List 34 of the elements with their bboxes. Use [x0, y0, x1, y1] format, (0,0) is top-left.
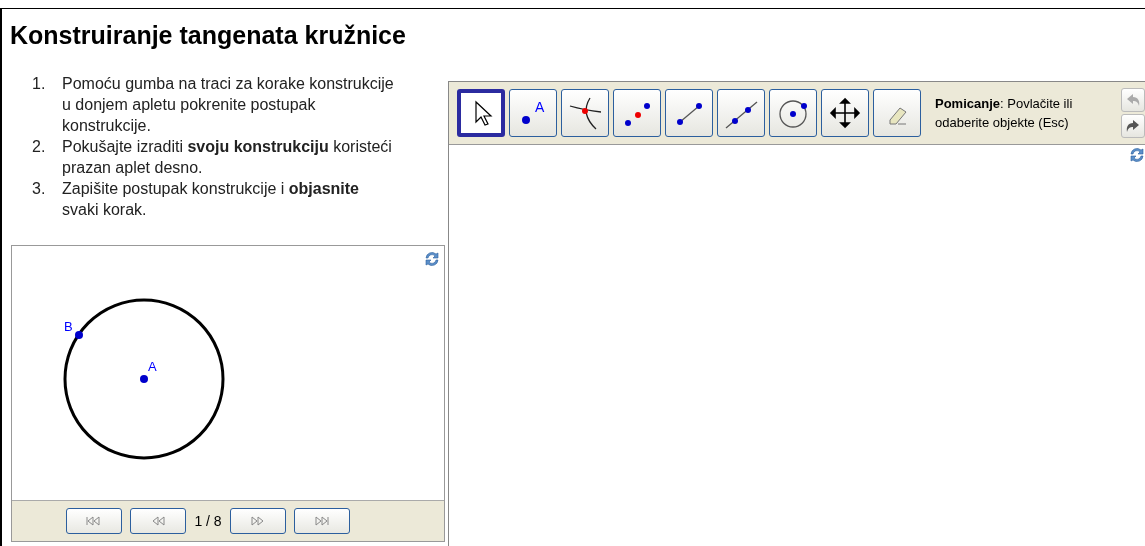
circle-tool-button[interactable] — [769, 89, 817, 137]
point — [75, 331, 83, 339]
line-tool-button[interactable] — [717, 89, 765, 137]
last-step-button[interactable] — [293, 508, 350, 534]
intersect-tool-button[interactable] — [561, 89, 609, 137]
point-label: A — [148, 359, 157, 374]
undo-icon — [1125, 92, 1141, 108]
refresh-icon[interactable] — [424, 251, 440, 267]
back-step-button[interactable] — [130, 508, 187, 534]
eraser-tool-button[interactable] — [873, 89, 921, 137]
midpoint-tool-button[interactable] — [613, 89, 661, 137]
pan-tool-button[interactable] — [821, 89, 869, 137]
step-text: Pokušajte izraditi svoju konstrukciju koristeći prazan aplet desno. — [62, 137, 393, 178]
move-tool-button[interactable] — [457, 89, 505, 137]
tool-help-text: Pomicanje: Povlačite ili odaberite objekte (Esc) — [935, 95, 1074, 132]
segment-tool-button[interactable] — [665, 89, 713, 137]
step-number: 1. — [31, 74, 47, 94]
step-text: Pomoću gumba na traci za korake konstrukcije u donjem apletu pokrenite postupak konstrukcije. — [62, 74, 395, 136]
skip-forward-icon — [312, 516, 331, 526]
step-counter: 1 / 8 — [194, 513, 222, 529]
point — [140, 375, 148, 383]
redo-button[interactable] — [1121, 114, 1145, 138]
redo-icon — [1125, 118, 1141, 134]
forward-step-button[interactable] — [229, 508, 286, 534]
intersection-icon — [568, 96, 602, 130]
refresh-icon[interactable] — [1129, 147, 1145, 163]
point-tool-button[interactable]: A — [509, 89, 557, 137]
step-number: 3. — [31, 179, 47, 199]
step-number: 2. — [31, 137, 47, 157]
move-arrows-icon — [828, 96, 862, 130]
first-step-button[interactable] — [66, 508, 123, 534]
point-label: B — [64, 319, 73, 334]
page-title: Konstruiranje tangenata kružnice — [9, 20, 407, 51]
step-text: Zapišite postupak konstrukcije i objasnite svaki korak. — [62, 179, 360, 220]
